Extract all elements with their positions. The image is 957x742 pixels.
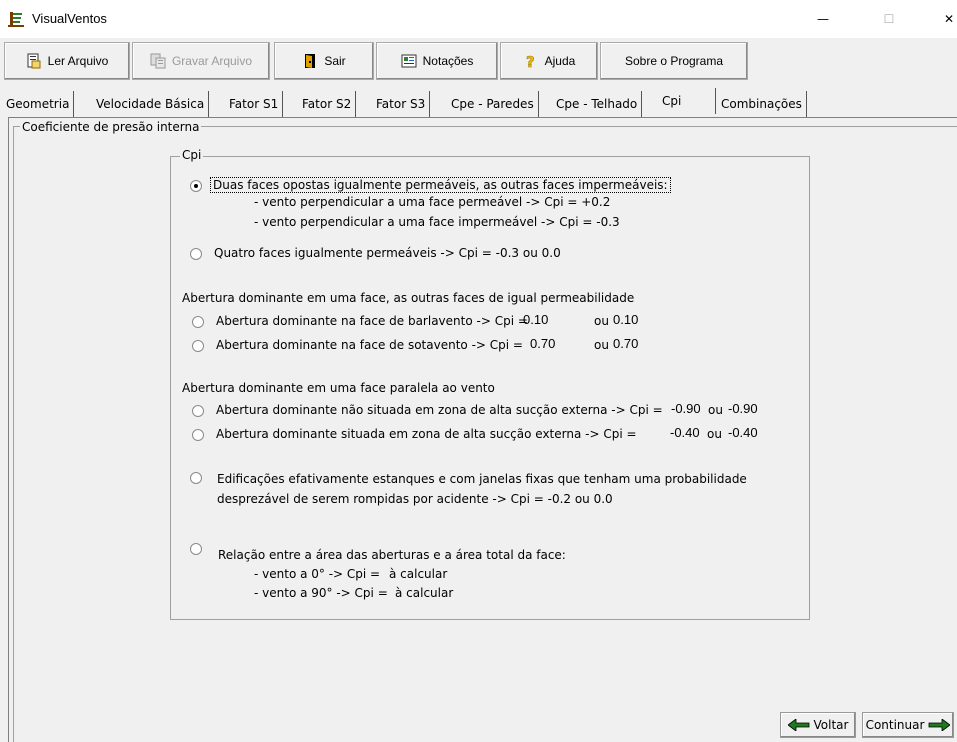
tab-strip: Geometria Velocidade Básica Fator S1 Fat…: [0, 88, 957, 118]
nao-alta-succao-ou: ou: [708, 403, 723, 417]
barlavento-label: Abertura dominante na face de barlavento…: [216, 314, 528, 328]
tab-combinacoes[interactable]: Combinações: [717, 91, 807, 117]
radio-nao-alta-succao[interactable]: [192, 405, 204, 417]
open-file-icon: [26, 53, 42, 69]
tab-fator-s1[interactable]: Fator S1: [225, 91, 284, 117]
duas-faces-line1: - vento perpendicular a uma face permeáv…: [254, 195, 611, 209]
duas-faces-label: Duas faces opostas igualmente permeáveis…: [210, 177, 671, 193]
radio-quatro-faces[interactable]: [190, 248, 202, 260]
estanques-line2: desprezável de serem rompidas por aciden…: [217, 492, 613, 506]
continuar-button[interactable]: Continuar: [862, 712, 954, 738]
sotavento-value: 0.70: [530, 336, 556, 351]
tab-cpe-paredes[interactable]: Cpe - Paredes: [447, 91, 539, 117]
radio-sotavento[interactable]: [192, 340, 204, 352]
voltar-label: Voltar: [813, 718, 849, 732]
barlavento-ou: ou: [594, 314, 609, 328]
tab-fator-s3[interactable]: Fator S3: [372, 91, 431, 117]
ler-arquivo-button[interactable]: Ler Arquivo: [4, 42, 130, 80]
notes-icon: [401, 53, 417, 69]
vento-90-value: à calcular: [395, 586, 454, 600]
radio-duas-faces[interactable]: [190, 180, 202, 192]
tab-cpe-telhado[interactable]: Cpe - Telhado: [552, 91, 643, 117]
tab-fator-s2[interactable]: Fator S2: [298, 91, 357, 117]
minimize-button[interactable]: —: [800, 0, 846, 38]
nao-alta-succao-value: -0.90: [671, 401, 701, 416]
sair-label: Sair: [324, 54, 346, 68]
ajuda-button[interactable]: ? Ajuda: [500, 42, 598, 80]
sotavento-ou: ou: [594, 338, 609, 352]
notacoes-label: Notações: [422, 54, 474, 68]
alta-succao-alt-value: -0.40: [728, 425, 758, 440]
voltar-button[interactable]: Voltar: [780, 712, 856, 738]
barlavento-alt-value: 0.10: [613, 312, 639, 327]
notacoes-button[interactable]: Notações: [376, 42, 498, 80]
parallel-face-heading: Abertura dominante em uma face paralela …: [182, 381, 495, 395]
window-title: VisualVentos: [32, 11, 107, 26]
barlavento-value: 0.10: [523, 312, 549, 327]
ler-arquivo-label: Ler Arquivo: [47, 54, 109, 68]
title-bar: VisualVentos — ☐ ✕: [0, 0, 957, 38]
toolbar: Ler Arquivo Gravar Arquivo Sair Notações…: [0, 38, 957, 86]
continuar-label: Continuar: [865, 718, 925, 732]
relacao-areas-label: Relação entre a área das aberturas e a á…: [218, 548, 566, 562]
sobre-programa-button[interactable]: Sobre o Programa: [600, 42, 748, 80]
radio-relacao-areas[interactable]: [190, 543, 202, 555]
dominant-face-heading: Abertura dominante em uma face, as outra…: [182, 291, 635, 305]
nao-alta-succao-alt-value: -0.90: [728, 401, 758, 416]
cpi-group-title: Cpi: [180, 148, 204, 162]
arrow-right-icon: [928, 718, 952, 732]
tab-geometria[interactable]: Geometria: [2, 91, 75, 117]
vento-0-prefix: - vento a 0° -> Cpi =: [254, 567, 381, 581]
sotavento-label: Abertura dominante na face de sotavento …: [216, 338, 523, 352]
nao-alta-succao-label: Abertura dominante não situada em zona d…: [216, 403, 663, 417]
alta-succao-ou: ou: [707, 427, 722, 441]
sair-button[interactable]: Sair: [274, 42, 374, 80]
radio-estanques[interactable]: [190, 472, 202, 484]
radio-barlavento[interactable]: [192, 316, 204, 328]
exit-door-icon: [302, 53, 318, 69]
duas-faces-line2: - vento perpendicular a uma face imperme…: [254, 215, 620, 229]
sobre-programa-label: Sobre o Programa: [624, 54, 724, 68]
alta-succao-value: -0.40: [670, 425, 700, 440]
vento-90-prefix: - vento a 90° -> Cpi =: [254, 586, 388, 600]
maximize-button[interactable]: ☐: [866, 0, 912, 38]
save-file-icon: [150, 53, 166, 69]
tab-cpi[interactable]: Cpi: [658, 88, 716, 114]
vento-0-value: à calcular: [389, 567, 448, 581]
alta-succao-label: Abertura dominante situada em zona de al…: [216, 427, 637, 441]
sotavento-alt-value: 0.70: [613, 336, 639, 351]
gravar-arquivo-button[interactable]: Gravar Arquivo: [132, 42, 270, 80]
close-button[interactable]: ✕: [926, 0, 957, 38]
help-icon: ?: [523, 53, 539, 72]
quatro-faces-label: Quatro faces igualmente permeáveis -> Cp…: [214, 246, 561, 260]
estanques-line1: Edificações efativamente estanques e com…: [217, 472, 747, 486]
section-title: Coeficiente de presão interna: [20, 120, 202, 134]
radio-alta-succao[interactable]: [192, 429, 204, 441]
arrow-left-icon: [786, 718, 810, 732]
ajuda-label: Ajuda: [544, 54, 576, 68]
tab-velocidade-basica[interactable]: Velocidade Básica: [92, 91, 210, 117]
app-icon: [8, 11, 24, 27]
gravar-arquivo-label: Gravar Arquivo: [171, 54, 253, 68]
svg-text:?: ?: [526, 53, 535, 69]
